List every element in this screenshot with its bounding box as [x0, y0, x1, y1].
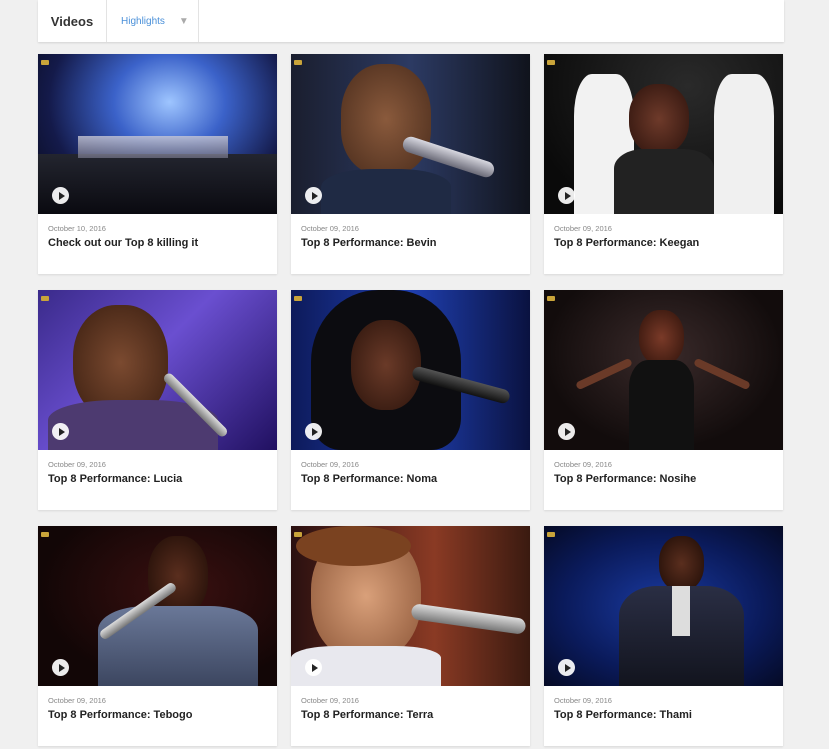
video-date: October 09, 2016	[301, 696, 359, 705]
video-date: October 10, 2016	[48, 224, 106, 233]
video-thumbnail[interactable]	[291, 54, 530, 214]
play-icon[interactable]	[558, 423, 575, 440]
video-title[interactable]: Top 8 Performance: Lucia	[48, 473, 267, 485]
play-icon[interactable]	[52, 659, 69, 676]
video-thumbnail[interactable]	[544, 290, 783, 450]
video-thumbnail[interactable]	[38, 526, 277, 686]
channel-logo-icon	[294, 532, 302, 537]
channel-logo-icon	[547, 532, 555, 537]
channel-logo-icon	[41, 60, 49, 65]
video-thumbnail[interactable]	[38, 54, 277, 214]
video-date: October 09, 2016	[48, 460, 106, 469]
channel-logo-icon	[294, 60, 302, 65]
video-date: October 09, 2016	[554, 696, 612, 705]
video-thumbnail[interactable]	[544, 526, 783, 686]
video-title[interactable]: Check out our Top 8 killing it	[48, 237, 267, 249]
video-card[interactable]: October 09, 2016 Top 8 Performance: Tham…	[544, 526, 783, 746]
video-date: October 09, 2016	[301, 224, 359, 233]
video-title[interactable]: Top 8 Performance: Tebogo	[48, 709, 267, 721]
tab-videos-label: Videos	[50, 13, 94, 29]
play-icon[interactable]	[52, 187, 69, 204]
video-thumbnail[interactable]	[291, 526, 530, 686]
highlights-dropdown-label: Highlights	[121, 15, 165, 27]
video-title[interactable]: Top 8 Performance: Keegan	[554, 237, 773, 249]
play-icon[interactable]	[52, 423, 69, 440]
play-icon[interactable]	[305, 187, 322, 204]
video-date: October 09, 2016	[554, 224, 612, 233]
channel-logo-icon	[547, 60, 555, 65]
play-icon[interactable]	[305, 659, 322, 676]
video-card[interactable]: October 09, 2016 Top 8 Performance: Tebo…	[38, 526, 277, 746]
video-card[interactable]: October 09, 2016 Top 8 Performance: Noma	[291, 290, 530, 510]
video-card[interactable]: October 09, 2016 Top 8 Performance: Keeg…	[544, 54, 783, 274]
video-thumbnail[interactable]	[544, 54, 783, 214]
tab-videos[interactable]: Videos	[38, 0, 107, 42]
channel-logo-icon	[41, 296, 49, 301]
video-title[interactable]: Top 8 Performance: Noma	[301, 473, 520, 485]
highlights-dropdown[interactable]: Highlights ▼	[107, 0, 199, 42]
video-title[interactable]: Top 8 Performance: Bevin	[301, 237, 520, 249]
video-title[interactable]: Top 8 Performance: Terra	[301, 709, 520, 721]
video-title[interactable]: Top 8 Performance: Thami	[554, 709, 773, 721]
video-date: October 09, 2016	[48, 696, 106, 705]
video-thumbnail[interactable]	[38, 290, 277, 450]
video-thumbnail[interactable]	[291, 290, 530, 450]
video-card[interactable]: October 09, 2016 Top 8 Performance: Terr…	[291, 526, 530, 746]
video-card[interactable]: October 09, 2016 Top 8 Performance: Nosi…	[544, 290, 783, 510]
videos-toolbar: Videos Highlights ▼	[38, 0, 784, 42]
play-icon[interactable]	[558, 659, 575, 676]
channel-logo-icon	[41, 532, 49, 537]
channel-logo-icon	[294, 296, 302, 301]
play-icon[interactable]	[305, 423, 322, 440]
play-icon[interactable]	[558, 187, 575, 204]
video-card[interactable]: October 09, 2016 Top 8 Performance: Luci…	[38, 290, 277, 510]
video-card[interactable]: October 09, 2016 Top 8 Performance: Bevi…	[291, 54, 530, 274]
chevron-down-icon: ▼	[178, 15, 189, 27]
video-date: October 09, 2016	[554, 460, 612, 469]
video-title[interactable]: Top 8 Performance: Nosihe	[554, 473, 773, 485]
video-card[interactable]: October 10, 2016 Check out our Top 8 kil…	[38, 54, 277, 274]
channel-logo-icon	[547, 296, 555, 301]
video-date: October 09, 2016	[301, 460, 359, 469]
